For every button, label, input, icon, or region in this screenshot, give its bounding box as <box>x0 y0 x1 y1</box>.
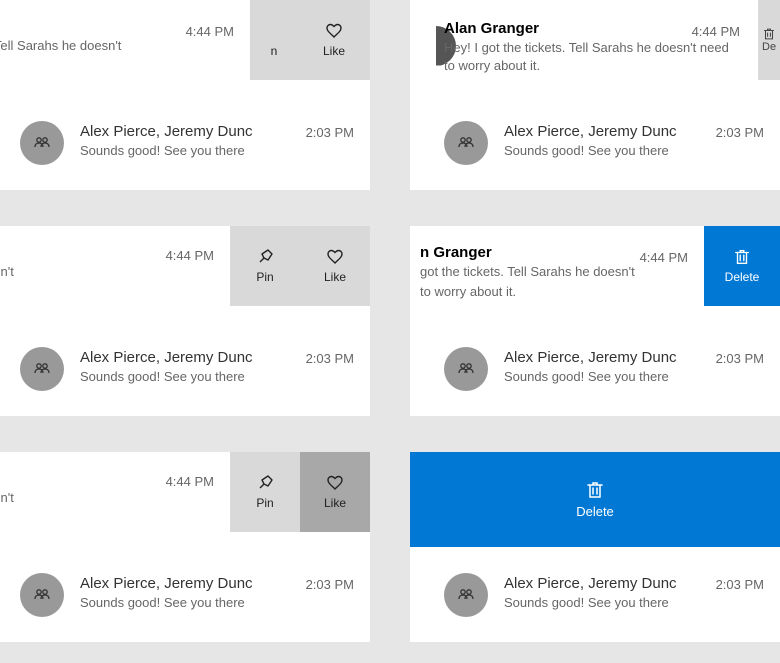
trash-icon <box>585 480 605 500</box>
sender-name: Alex Pierce, Jeremy Dunc <box>504 349 710 366</box>
conversation-item[interactable]: Alex Pierce, Jeremy Dunc Sounds good! Se… <box>410 95 780 190</box>
message-preview: Sounds good! See you there <box>504 142 710 160</box>
swipe-demo-panel-6: Delete Alex Pierce, Jeremy Dunc Sounds g… <box>410 452 780 642</box>
swipe-demo-panel-3: er ets. Tell Sarahs he doesn't out it. 4… <box>0 226 370 416</box>
sender-name: Alex Pierce, Jeremy Dunc <box>80 575 300 592</box>
delete-button[interactable]: Delete <box>704 226 780 306</box>
sender-name: Alex Pierce, Jeremy Dunc <box>504 575 710 592</box>
like-label: Like <box>324 496 346 510</box>
sender-name: Alex Pierce, Jeremy Dunc <box>80 349 300 366</box>
swipe-demo-panel-5: er ets. Tell Sarahs he doesn't out it. 4… <box>0 452 370 642</box>
conversation-item[interactable]: Alex Pierce, Jeremy Dunc Sounds good! Se… <box>0 547 370 642</box>
message-time: 2:03 PM <box>306 351 354 366</box>
message-time: 2:03 PM <box>716 577 764 592</box>
message-time: 4:44 PM <box>692 24 740 39</box>
message-preview: Sounds good! See you there <box>504 368 710 386</box>
sender-name: Alan Granger <box>444 20 730 37</box>
delete-label: Delete <box>725 270 760 284</box>
swipe-actions: Delete <box>704 226 780 306</box>
conversation-item[interactable]: Alex Pierce, Jeremy Dunc Sounds good! Se… <box>410 547 780 642</box>
heart-icon <box>326 474 344 492</box>
group-avatar <box>20 347 64 391</box>
pin-label: Pin <box>256 496 273 510</box>
group-icon <box>456 359 476 379</box>
swipe-actions: Pin Like <box>230 226 370 306</box>
message-preview: got the tickets. Tell Sarahs he doesn't <box>420 263 680 281</box>
sender-name: Alex Pierce, Jeremy Dunc <box>80 123 300 140</box>
message-preview: Sounds good! See you there <box>80 594 300 612</box>
group-icon <box>456 133 476 153</box>
group-avatar <box>444 573 488 617</box>
swipe-actions: n Like <box>250 0 370 80</box>
message-preview: he tickets. Tell Sarahs he doesn't <box>0 37 240 55</box>
like-button[interactable]: Like <box>300 226 370 306</box>
message-preview: Sounds good! See you there <box>80 142 300 160</box>
like-button[interactable]: Like <box>298 0 370 80</box>
conversation-item[interactable]: Alex Pierce, Jeremy Dunc Sounds good! Se… <box>410 321 780 416</box>
pin-label-partial: n <box>271 44 278 58</box>
message-time: 4:44 PM <box>166 248 214 263</box>
group-icon <box>32 359 52 379</box>
trash-icon <box>762 27 776 41</box>
group-icon <box>32 585 52 605</box>
message-preview: Hey! I got the tickets. Tell Sarahs he d… <box>444 39 730 74</box>
group-avatar <box>444 347 488 391</box>
swipe-actions: Pin Like <box>230 452 370 532</box>
message-preview: Sounds good! See you there <box>80 368 300 386</box>
like-button[interactable]: Like <box>300 452 370 532</box>
pin-label: Pin <box>256 270 273 284</box>
conversation-item[interactable]: Alex Pierce, Jeremy Dunc Sounds good! Se… <box>0 95 370 190</box>
sender-name: Alex Pierce, Jeremy Dunc <box>504 123 710 140</box>
like-label: Like <box>323 44 345 58</box>
conversation-item[interactable]: Alan Granger Hey! I got the tickets. Tel… <box>410 0 780 95</box>
message-time: 2:03 PM <box>306 125 354 140</box>
swipe-demo-panel-4: n Granger got the tickets. Tell Sarahs h… <box>410 226 780 416</box>
delete-label: Delete <box>576 504 614 519</box>
group-avatar <box>20 121 64 165</box>
group-avatar <box>20 573 64 617</box>
message-time: 2:03 PM <box>716 351 764 366</box>
message-preview: rry about it. <box>0 57 240 75</box>
trash-icon <box>733 248 751 266</box>
pin-button[interactable]: n <box>250 0 298 80</box>
message-time: 4:44 PM <box>166 474 214 489</box>
swipe-demo-panel-1: anger he tickets. Tell Sarahs he doesn't… <box>0 0 370 190</box>
group-avatar <box>444 121 488 165</box>
message-preview: Sounds good! See you there <box>504 594 710 612</box>
heart-icon <box>326 248 344 266</box>
message-time: 2:03 PM <box>716 125 764 140</box>
pin-icon <box>256 248 274 266</box>
message-time: 4:44 PM <box>186 24 234 39</box>
heart-icon <box>325 22 343 40</box>
group-icon <box>456 585 476 605</box>
message-preview: to worry about it. <box>420 283 680 301</box>
pin-icon <box>256 474 274 492</box>
swipe-demo-panel-2: Alan Granger Hey! I got the tickets. Tel… <box>410 0 780 190</box>
like-label: Like <box>324 270 346 284</box>
pin-button[interactable]: Pin <box>230 226 300 306</box>
pin-button[interactable]: Pin <box>230 452 300 532</box>
delete-overlay[interactable]: Delete <box>410 452 780 547</box>
message-time: 4:44 PM <box>640 250 688 265</box>
delete-peek[interactable]: De <box>758 0 780 80</box>
message-time: 2:03 PM <box>306 577 354 592</box>
group-icon <box>32 133 52 153</box>
conversation-item[interactable]: Alex Pierce, Jeremy Dunc Sounds good! Se… <box>0 321 370 416</box>
